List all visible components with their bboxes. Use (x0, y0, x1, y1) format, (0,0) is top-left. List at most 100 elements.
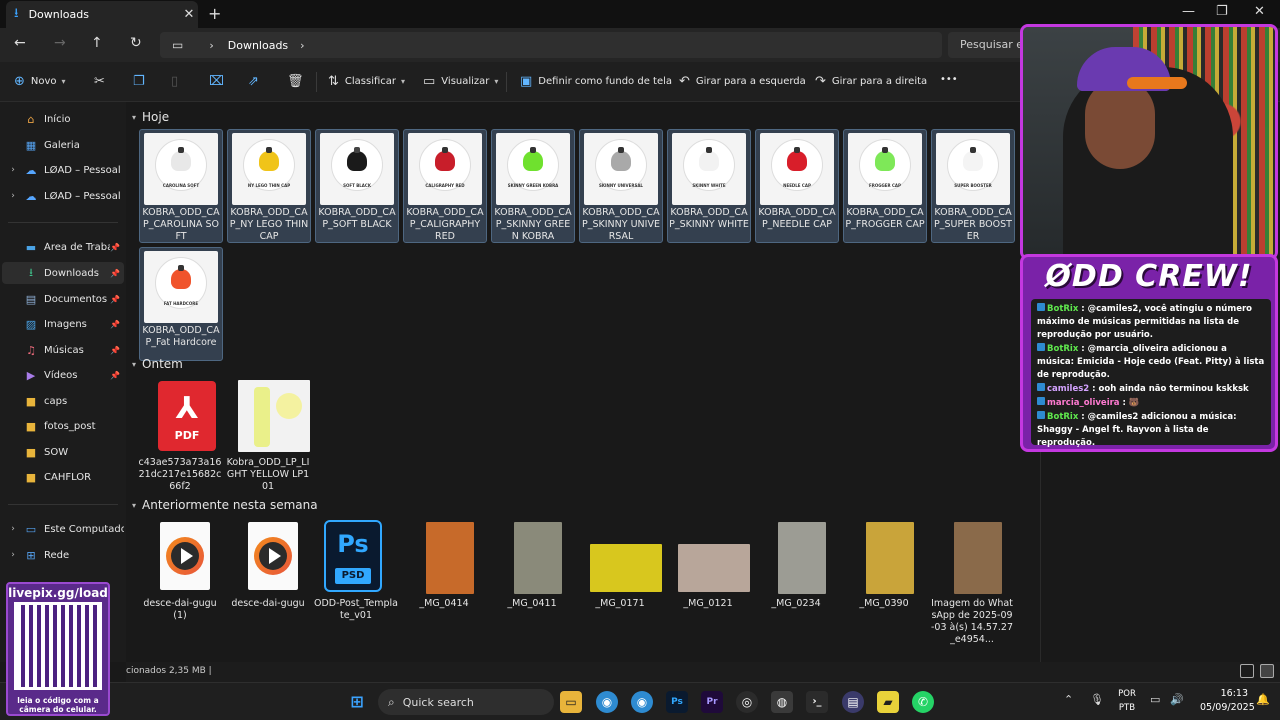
obs-icon[interactable]: ◍ (771, 691, 793, 713)
rotate-right-button[interactable]: ↷ Girar para a direita (815, 74, 927, 89)
file-thumbnail: SKINNY WHITE (672, 133, 746, 205)
file-item[interactable]: ⅄ PDF c43ae573a73a1621dc217e15682c66f2 (138, 379, 222, 493)
file-item[interactable]: _MG_0121 (666, 520, 750, 610)
delete-button[interactable]: 🗑 (287, 74, 310, 89)
file-item[interactable]: desce-dai-gugu (1) (138, 520, 222, 622)
refresh-icon[interactable]: ↻ (130, 35, 142, 51)
file-item[interactable]: desce-dai-gugu (226, 520, 310, 610)
sidebar-item-musicas[interactable]: ♫ Músicas 📌 (2, 339, 124, 361)
group-header-today[interactable]: ▾ Hoje (132, 110, 169, 124)
chrome-profile-icon[interactable]: ◉ (631, 691, 653, 713)
file-item[interactable]: Ps PSD ODD-Post_Template_v01 (314, 520, 398, 622)
minimize-icon[interactable]: — (1182, 4, 1195, 19)
chrome-icon[interactable]: ◉ (596, 691, 618, 713)
taskbar-search[interactable]: ⌕ Quick search (378, 689, 554, 715)
sidebar-item-imagens[interactable]: ▨ Imagens 📌 (2, 313, 124, 335)
file-item[interactable]: Imagem do WhatsApp de 2025-09-03 à(s) 14… (930, 520, 1014, 646)
sidebar-item-load-pessoal[interactable]: › ☁ LØAD – Pessoal (2, 159, 124, 181)
file-item-selected[interactable]: CALIGRAPHY RED KOBRA_ODD_CAP_CALIGRAPHY R… (403, 129, 487, 243)
forward-icon[interactable]: → (54, 35, 66, 51)
file-item-selected[interactable]: FROGGER CAP KOBRA_ODD_CAP_FROGGER CAP (843, 129, 927, 243)
file-item[interactable]: Kobra_ODD_LP_LIGHT YELLOW LP101 (226, 379, 310, 493)
cut-button[interactable]: ✂ (94, 74, 111, 89)
tab-downloads[interactable]: ⭳ Downloads ✕ (6, 1, 198, 28)
view-button[interactable]: ▭ Visualizar ▾ (423, 74, 498, 89)
windows-start-icon[interactable]: ⊞ (346, 691, 368, 713)
back-icon[interactable]: ← (14, 35, 26, 51)
group-header-yesterday[interactable]: ▾ Ontem (132, 357, 183, 371)
breadcrumb-downloads[interactable]: Downloads (228, 39, 288, 52)
file-thumbnail: SKINNY GREEN KOBRA (496, 133, 570, 205)
microphone-icon[interactable]: 🎙 (1090, 693, 1104, 706)
sidebar-item-galeria[interactable]: ▦ Galeria (2, 134, 124, 156)
file-item[interactable]: _MG_0171 (578, 520, 662, 610)
file-explorer-icon[interactable]: ▭ (560, 691, 582, 713)
notifications-icon[interactable]: 🔔 (1256, 693, 1270, 706)
app-icon[interactable]: ◎ (736, 691, 758, 713)
sidebar-item-label: Área de Trabalho (44, 241, 110, 253)
chevron-up-icon[interactable]: ⌃ (1064, 693, 1073, 706)
app-icon-2[interactable]: ▤ (842, 691, 864, 713)
sidebar-item-este-computador[interactable]: › ▭ Este Computador (2, 518, 124, 540)
volume-icon[interactable]: 🔊 (1170, 693, 1184, 706)
file-name: _MG_0390 (859, 598, 909, 609)
details-view-icon[interactable] (1240, 664, 1254, 678)
sticky-notes-icon[interactable]: ▰ (877, 691, 899, 713)
sidebar-item-fotos-post[interactable]: ■ fotos_post (2, 415, 124, 437)
paste-button[interactable]: ▯ (171, 74, 184, 89)
file-item-selected[interactable]: SKINNY WHITE KOBRA_ODD_CAP_SKINNY WHITE (667, 129, 751, 243)
sidebar-item-downloads[interactable]: ⭳ Downloads 📌 (2, 262, 124, 284)
sidebar-item-area-de-trabalho[interactable]: ▬ Área de Trabalho 📌 (2, 236, 124, 258)
file-item-selected[interactable]: NY LEGO THIN CAP KOBRA_ODD_CAP_NY LEGO TH… (227, 129, 311, 243)
chevron-right-icon[interactable]: › (2, 191, 24, 201)
sidebar-item-rede[interactable]: › ⊞ Rede (2, 544, 124, 566)
up-icon[interactable]: ↑ (91, 35, 103, 51)
sidebar-item-inicio[interactable]: ⌂ Início (2, 108, 124, 130)
file-item-selected[interactable]: SKINNY GREEN KOBRA KOBRA_ODD_CAP_SKINNY G… (491, 129, 575, 243)
chevron-right-icon[interactable]: › (2, 550, 24, 560)
clock[interactable]: 16:13 05/09/2025 (1200, 687, 1255, 715)
file-item-selected[interactable]: FAT HARDCORE KOBRA_ODD_CAP_Fat Hardcore (139, 247, 223, 361)
sidebar-item-sow[interactable]: ■ SOW (2, 441, 124, 463)
network-status-icon[interactable]: ▭ (1150, 693, 1160, 706)
sidebar-item-caps[interactable]: ■ caps (2, 390, 124, 412)
group-header-earlier[interactable]: ▾ Anteriormente nesta semana (132, 498, 318, 512)
group-title: Ontem (142, 357, 183, 371)
whatsapp-icon[interactable]: ✆ (912, 691, 934, 713)
new-tab-button[interactable]: + (208, 4, 221, 23)
maximize-icon[interactable]: ❐ (1216, 4, 1228, 19)
chevron-right-icon[interactable]: › (2, 165, 24, 175)
file-item-selected[interactable]: NEEDLE CAP KOBRA_ODD_CAP_NEEDLE CAP (755, 129, 839, 243)
premiere-icon[interactable]: Pr (701, 691, 723, 713)
more-options-button[interactable]: ••• (940, 74, 958, 85)
copy-button[interactable]: ❐ (133, 74, 151, 89)
set-background-button[interactable]: ▣ Definir como fundo de tela (520, 74, 672, 89)
sidebar-item-load-pessoal-2[interactable]: › ☁ LØAD – Pessoal (2, 185, 124, 207)
sidebar-item-videos[interactable]: ▶ Vídeos 📌 (2, 364, 124, 386)
new-button[interactable]: ⊕ Novo ▾ (14, 74, 66, 89)
share-button[interactable]: ⇗ (248, 74, 265, 89)
file-item-selected[interactable]: SOFT BLACK KOBRA_ODD_CAP_SOFT BLACK (315, 129, 399, 243)
path-box[interactable]: ▭ › Downloads › (160, 32, 942, 58)
language-indicator[interactable]: POR PTB (1112, 687, 1142, 715)
close-window-icon[interactable]: ✕ (1254, 4, 1265, 19)
chevron-right-icon[interactable]: › (2, 524, 24, 534)
file-item-selected[interactable]: CAROLINA SOFT KOBRA_ODD_CAP_CAROLINA SOFT (139, 129, 223, 243)
terminal-icon[interactable]: ›_ (806, 691, 828, 713)
pin-icon: 📌 (110, 319, 120, 329)
tiles-view-icon[interactable] (1260, 664, 1274, 678)
file-item[interactable]: _MG_0234 (754, 520, 838, 610)
sidebar-item-cahflor[interactable]: ■ CAHFLOR (2, 466, 124, 488)
file-item[interactable]: _MG_0411 (490, 520, 574, 610)
sidebar-item-documentos[interactable]: ▤ Documentos 📌 (2, 288, 124, 310)
file-item-selected[interactable]: SUPER BOOSTER KOBRA_ODD_CAP_SUPER BOOSTER (931, 129, 1015, 243)
close-tab-icon[interactable]: ✕ (180, 7, 198, 22)
rename-button[interactable]: ⌧ (209, 74, 230, 89)
file-item[interactable]: _MG_0414 (402, 520, 486, 610)
file-item-selected[interactable]: SKINNY UNIVERSAL KOBRA_ODD_CAP_SKINNY UNI… (579, 129, 663, 243)
chevron-down-icon: ▾ (132, 359, 137, 369)
photoshop-icon[interactable]: Ps (666, 691, 688, 713)
file-item[interactable]: _MG_0390 (842, 520, 926, 610)
rotate-left-button[interactable]: ↶ Girar para a esquerda (679, 74, 806, 89)
sort-button[interactable]: ⇅ Classificar ▾ (328, 74, 405, 89)
